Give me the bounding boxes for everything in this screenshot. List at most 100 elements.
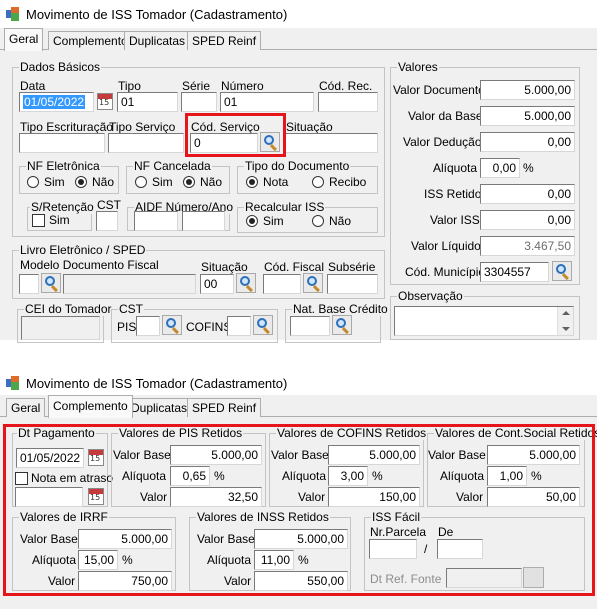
cod-rec-field[interactable] <box>318 92 378 112</box>
tab-duplicatas[interactable]: Duplicatas <box>124 31 191 50</box>
cofins-cst-search-icon[interactable] <box>253 315 273 335</box>
nota-em-atraso-calendar-icon[interactable]: 15 <box>88 488 104 505</box>
csocial-valor-field[interactable]: 50,00 <box>487 487 580 507</box>
calendar-icon[interactable]: 15 <box>97 93 113 110</box>
tipo-documento-recibo-label: Recibo <box>329 175 367 189</box>
irrf-valor-field[interactable]: 750,00 <box>78 571 172 591</box>
iss-retido-label: ISS Retido <box>424 187 482 201</box>
cofins-valor-label: Valor <box>298 490 326 504</box>
pis-retidos-title: Valores de PIS Retidos <box>118 426 244 440</box>
cofins-valor-field[interactable]: 150,00 <box>328 487 420 507</box>
subserie-field[interactable] <box>327 274 378 294</box>
tab-sped-reinf-2[interactable]: SPED Reinf <box>187 398 262 417</box>
aliquota-field[interactable]: 0,00 <box>480 158 520 178</box>
irrf-aliquota-field[interactable]: 15,00 <box>78 550 118 570</box>
tab-duplicatas-2[interactable]: Duplicatas <box>126 398 193 417</box>
valores-title: Valores <box>397 60 439 74</box>
dt-ref-fonte-button[interactable] <box>523 567 544 588</box>
valor-base-field[interactable]: 5.000,00 <box>480 106 575 126</box>
dt-pagamento-title: Dt Pagamento <box>17 426 96 440</box>
livro-situacao-search-icon[interactable] <box>236 273 256 293</box>
nat-base-credito-field[interactable] <box>290 316 330 336</box>
cofins-aliquota-field[interactable]: 3,00 <box>328 466 368 486</box>
nota-em-atraso-checkbox[interactable] <box>15 472 28 485</box>
nf-cancelada-nao-radio[interactable] <box>183 176 195 188</box>
cod-municipio-label: Cód. Município <box>405 265 486 279</box>
nota-em-atraso-date-field[interactable] <box>15 487 83 507</box>
window-title-2: Movimento de ISS Tomador (Cadastramento) <box>26 375 288 391</box>
valor-deducao-field[interactable]: 0,00 <box>480 132 575 152</box>
dados-basicos-title: Dados Básicos <box>19 60 102 74</box>
scroll-up-icon[interactable] <box>562 311 570 315</box>
inss-aliquota-label: Alíquota <box>207 553 252 567</box>
tab-sped-reinf[interactable]: SPED Reinf <box>187 31 262 50</box>
csocial-aliquota-field[interactable]: 1,00 <box>487 466 527 486</box>
observacao-scrollbar[interactable] <box>557 307 573 335</box>
valor-documento-field[interactable]: 5.000,00 <box>480 80 575 100</box>
cofins-aliquota-label: Alíquota <box>282 469 327 483</box>
tab-geral-2[interactable]: Geral <box>6 398 46 417</box>
inss-aliquota-field[interactable]: 11,00 <box>254 550 294 570</box>
cofins-cst-field[interactable] <box>227 316 251 336</box>
inss-base-field[interactable]: 5.000,00 <box>254 529 348 549</box>
pis-valor-field[interactable]: 32,50 <box>170 487 262 507</box>
nf-cancelada-sim-label: Sim <box>152 175 173 189</box>
cod-fiscal-field[interactable] <box>263 274 301 294</box>
dt-pagamento-calendar-icon[interactable]: 15 <box>88 449 104 466</box>
tipo-servico-field[interactable] <box>108 133 184 153</box>
nf-cancelada-title: NF Cancelada <box>133 159 212 173</box>
scroll-down-icon[interactable] <box>562 327 570 331</box>
pis-aliquota-percent: % <box>214 469 225 483</box>
dt-pagamento-field[interactable]: 01/05/2022 <box>16 448 84 468</box>
tab-geral[interactable]: Geral <box>4 28 44 51</box>
pis-cst-search-icon[interactable] <box>162 315 182 335</box>
cod-municipio-search-icon[interactable] <box>552 261 572 281</box>
nat-base-credito-search-icon[interactable] <box>332 315 352 335</box>
nf-eletronica-sim-radio[interactable] <box>27 176 39 188</box>
cofins-base-field[interactable]: 5.000,00 <box>328 445 420 465</box>
tipo-field[interactable]: 01 <box>117 92 178 112</box>
window-title: Movimento de ISS Tomador (Cadastramento) <box>26 6 288 22</box>
s-retencao-checkbox[interactable] <box>32 214 45 227</box>
situacao-field[interactable] <box>285 133 378 153</box>
valor-iss-field[interactable]: 0,00 <box>480 210 575 230</box>
recalcular-nao-radio[interactable] <box>312 215 324 227</box>
serie-field[interactable] <box>181 92 217 112</box>
numero-field[interactable]: 01 <box>220 92 314 112</box>
pis-cst-field[interactable] <box>136 316 160 336</box>
tipo-documento-nota-radio[interactable] <box>246 176 258 188</box>
data-field[interactable]: 01/05/2022 <box>19 92 94 112</box>
recalcular-iss-title: Recalcular ISS <box>244 200 326 214</box>
nf-eletronica-nao-radio[interactable] <box>75 176 87 188</box>
tipo-documento-recibo-radio[interactable] <box>312 176 324 188</box>
irrf-base-field[interactable]: 5.000,00 <box>78 529 172 549</box>
aidf-numero-field[interactable] <box>134 211 178 231</box>
recalcular-sim-radio[interactable] <box>246 215 258 227</box>
csocial-retidos-title: Valores de Cont.Social Retidos <box>434 426 597 440</box>
csocial-base-field[interactable]: 5.000,00 <box>487 445 580 465</box>
livro-situacao-field[interactable]: 00 <box>200 274 234 294</box>
nf-cancelada-sim-radio[interactable] <box>135 176 147 188</box>
valor-liquido-label: Valor Líquido <box>411 239 481 253</box>
cod-servico-field[interactable]: 0 <box>190 133 258 153</box>
aidf-ano-field[interactable] <box>182 211 225 231</box>
modelo-documento-field[interactable] <box>19 274 39 294</box>
cod-servico-search-icon[interactable] <box>260 132 280 152</box>
cst-field[interactable] <box>96 211 118 231</box>
inss-valor-field[interactable]: 550,00 <box>254 571 348 591</box>
iss-retido-field[interactable]: 0,00 <box>480 184 575 204</box>
tab-complemento-2[interactable]: Complemento <box>48 395 133 418</box>
cod-fiscal-search-icon[interactable] <box>303 273 323 293</box>
cod-municipio-field[interactable]: 3304557 <box>480 262 549 282</box>
nr-parcela-field[interactable] <box>369 539 417 559</box>
cei-tomador-field[interactable] <box>21 316 100 340</box>
tipo-escrituracao-field[interactable] <box>19 133 105 153</box>
tab-complemento[interactable]: Complemento <box>48 31 133 50</box>
pis-aliquota-field[interactable]: 0,65 <box>170 466 210 486</box>
parcela-separator: / <box>424 542 428 556</box>
modelo-documento-search-icon[interactable] <box>41 273 61 293</box>
observacao-textarea[interactable] <box>394 306 574 336</box>
pis-base-field[interactable]: 5.000,00 <box>170 445 262 465</box>
de-field[interactable] <box>437 539 483 559</box>
nat-base-credito-label: Nat. Base Crédito <box>292 302 389 316</box>
